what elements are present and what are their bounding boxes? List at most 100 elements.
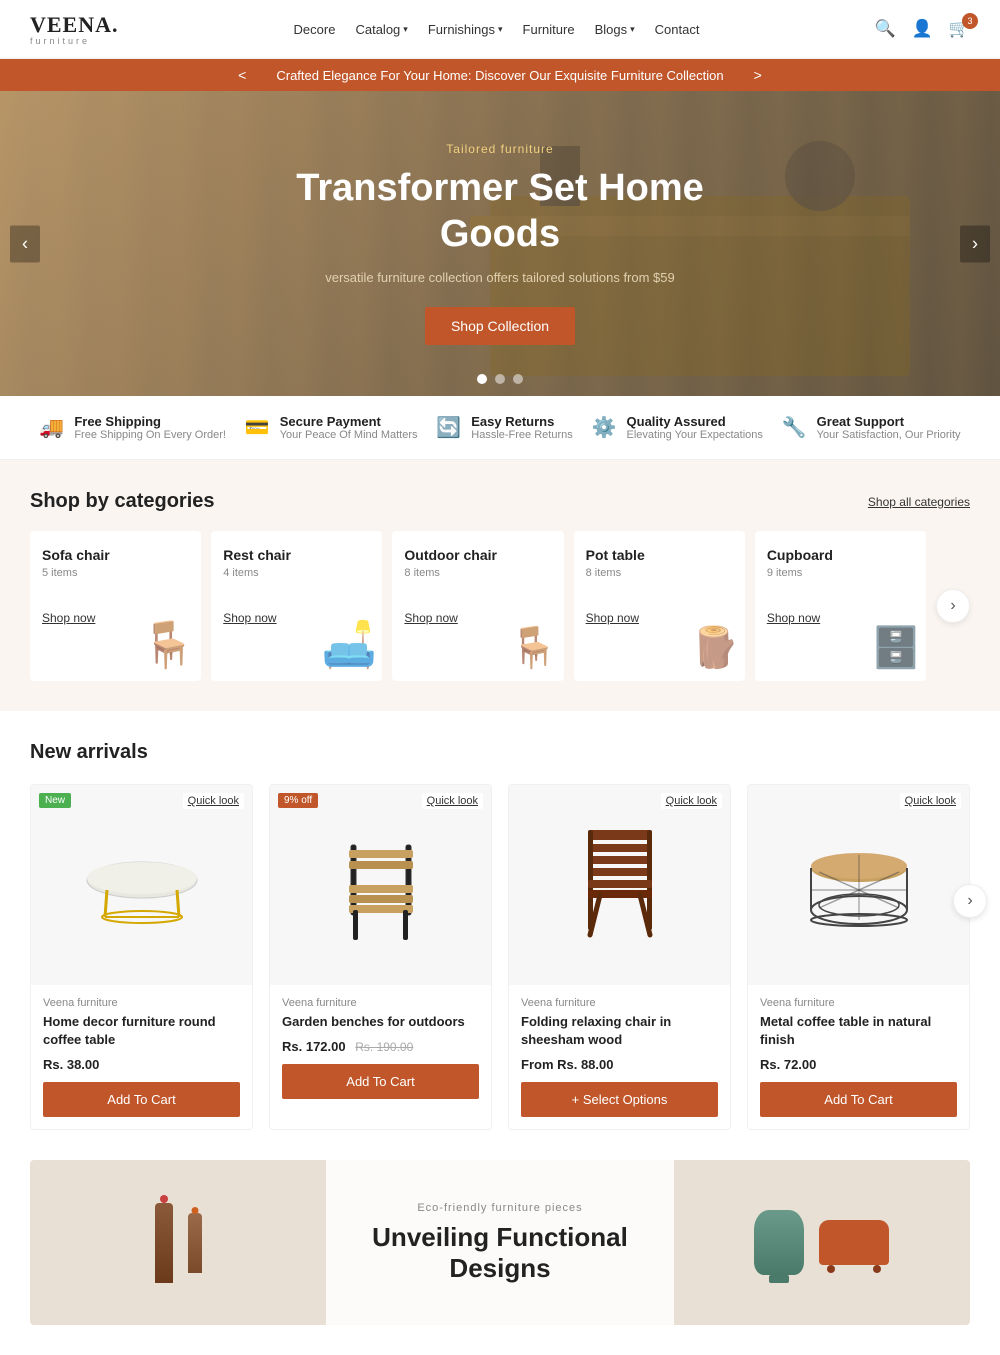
metal-table-svg bbox=[794, 830, 924, 940]
product-4-name: Metal coffee table in natural finish bbox=[760, 1013, 957, 1049]
cat-rest-shop[interactable]: Shop now bbox=[223, 611, 276, 625]
catalog-dropdown-icon: ▾ bbox=[403, 24, 408, 35]
feature-payment: 💳 Secure Payment Your Peace Of Mind Matt… bbox=[245, 414, 418, 441]
category-card-outdoor[interactable]: Outdoor chair 8 items Shop now 🪑 bbox=[392, 531, 563, 681]
product-1-brand: Veena furniture bbox=[43, 997, 240, 1009]
nav-item-furniture[interactable]: Furniture bbox=[523, 22, 575, 37]
garden-bench-svg bbox=[331, 825, 431, 945]
hero-subtitle: Tailored furniture bbox=[290, 142, 710, 156]
shop-all-categories-link[interactable]: Shop all categories bbox=[868, 495, 970, 509]
product-4-quicklook[interactable]: Quick look bbox=[900, 793, 961, 809]
product-2-quicklook[interactable]: Quick look bbox=[422, 793, 483, 809]
product-3-select-button[interactable]: + Select Options bbox=[521, 1082, 718, 1117]
hero-shop-button[interactable]: Shop Collection bbox=[425, 307, 575, 345]
products-wrapper: New Quick look Veena furniture Home deco… bbox=[30, 784, 970, 1130]
products-next-button[interactable]: › bbox=[953, 884, 987, 918]
quality-icon: ⚙️ bbox=[592, 415, 617, 440]
hero-content: Tailored furniture Transformer Set Home … bbox=[290, 142, 710, 344]
cat-cupboard-count: 9 items bbox=[767, 567, 914, 579]
category-card-cupboard[interactable]: Cupboard 9 items Shop now 🗄️ bbox=[755, 531, 926, 681]
blogs-dropdown-icon: ▾ bbox=[630, 24, 635, 35]
hero-dot-2[interactable] bbox=[495, 374, 505, 384]
new-arrivals-title: New arrivals bbox=[30, 741, 970, 764]
feature-quality-desc: Elevating Your Expectations bbox=[627, 429, 763, 441]
nav-item-furnishings[interactable]: Furnishings ▾ bbox=[428, 22, 503, 37]
product-2-price-old: Rs. 190.00 bbox=[355, 1040, 413, 1054]
announce-next-button[interactable]: > bbox=[754, 67, 762, 83]
product-1-add-button[interactable]: Add To Cart bbox=[43, 1082, 240, 1117]
features-bar: 🚚 Free Shipping Free Shipping On Every O… bbox=[0, 396, 1000, 460]
logo-name: VEENA. bbox=[30, 12, 119, 38]
feature-support-desc: Your Satisfaction, Our Priority bbox=[817, 429, 961, 441]
returns-icon: 🔄 bbox=[436, 415, 461, 440]
header: VEENA. furniture Decore Catalog ▾ Furnis… bbox=[0, 0, 1000, 59]
feature-returns: 🔄 Easy Returns Hassle-Free Returns bbox=[436, 414, 572, 441]
feature-payment-title: Secure Payment bbox=[280, 414, 418, 429]
bottom-banner: Eco-friendly furniture pieces Unveiling … bbox=[30, 1160, 970, 1325]
category-card-pot[interactable]: Pot table 8 items Shop now 🪵 bbox=[574, 531, 745, 681]
feature-returns-title: Easy Returns bbox=[471, 414, 572, 429]
cat-outdoor-shop[interactable]: Shop now bbox=[404, 611, 457, 625]
announce-text: Crafted Elegance For Your Home: Discover… bbox=[276, 68, 723, 83]
feature-shipping: 🚚 Free Shipping Free Shipping On Every O… bbox=[39, 414, 226, 441]
categories-next-button[interactable]: › bbox=[936, 589, 970, 623]
product-card-4: Quick look bbox=[747, 784, 970, 1130]
nav-item-decore[interactable]: Decore bbox=[294, 22, 336, 37]
feature-support-title: Great Support bbox=[817, 414, 961, 429]
hero-section: Tailored furniture Transformer Set Home … bbox=[0, 91, 1000, 396]
product-1-price: Rs. 38.00 bbox=[43, 1057, 240, 1072]
new-arrivals-header: New arrivals bbox=[30, 741, 970, 764]
announce-prev-button[interactable]: < bbox=[238, 67, 246, 83]
support-icon: 🔧 bbox=[782, 415, 807, 440]
cat-rest-name: Rest chair bbox=[223, 547, 370, 563]
rest-illustration: 🛋️ bbox=[321, 618, 377, 671]
cat-sofa-count: 5 items bbox=[42, 567, 189, 579]
category-card-sofa[interactable]: Sofa chair 5 items Shop now 🪑 bbox=[30, 531, 201, 681]
feature-payment-desc: Your Peace Of Mind Matters bbox=[280, 429, 418, 441]
banner-center: Eco-friendly furniture pieces Unveiling … bbox=[326, 1160, 674, 1325]
search-icon[interactable]: 🔍 bbox=[874, 19, 895, 39]
product-2-img-wrap: 9% off Quick look bbox=[270, 785, 491, 985]
banner-left-decor bbox=[30, 1160, 326, 1325]
cat-rest-count: 4 items bbox=[223, 567, 370, 579]
cart-icon[interactable]: 🛒 3 bbox=[949, 19, 970, 39]
cat-pot-count: 8 items bbox=[586, 567, 733, 579]
product-2-brand: Veena furniture bbox=[282, 997, 479, 1009]
feature-shipping-title: Free Shipping bbox=[74, 414, 226, 429]
product-3-quicklook[interactable]: Quick look bbox=[661, 793, 722, 809]
hero-next-button[interactable]: › bbox=[960, 225, 990, 262]
product-1-quicklook[interactable]: Quick look bbox=[183, 793, 244, 809]
product-4-img-wrap: Quick look bbox=[748, 785, 969, 985]
payment-icon: 💳 bbox=[245, 415, 270, 440]
product-2-price-current: Rs. 172.00 bbox=[282, 1039, 346, 1054]
feature-quality-title: Quality Assured bbox=[627, 414, 763, 429]
product-3-img-wrap: Quick look bbox=[509, 785, 730, 985]
categories-next-icon: › bbox=[950, 597, 955, 615]
nav-item-catalog[interactable]: Catalog ▾ bbox=[355, 22, 407, 37]
cat-outdoor-count: 8 items bbox=[404, 567, 551, 579]
folding-chair-svg bbox=[570, 820, 670, 950]
category-card-rest[interactable]: Rest chair 4 items Shop now 🛋️ bbox=[211, 531, 382, 681]
cat-pot-shop[interactable]: Shop now bbox=[586, 611, 639, 625]
product-4-add-button[interactable]: Add To Cart bbox=[760, 1082, 957, 1117]
announce-bar: < Crafted Elegance For Your Home: Discov… bbox=[0, 59, 1000, 91]
product-2-add-button[interactable]: Add To Cart bbox=[282, 1064, 479, 1099]
account-icon[interactable]: 👤 bbox=[912, 19, 933, 39]
cat-cupboard-shop[interactable]: Shop now bbox=[767, 611, 820, 625]
product-3-price: From Rs. 88.00 bbox=[521, 1057, 718, 1072]
product-3-info: Veena furniture Folding relaxing chair i… bbox=[509, 985, 730, 1129]
cat-sofa-shop[interactable]: Shop now bbox=[42, 611, 95, 625]
outdoor-illustration: 🪑 bbox=[509, 624, 559, 671]
product-card-2: 9% off Quick look bbox=[269, 784, 492, 1130]
nav-item-blogs[interactable]: Blogs ▾ bbox=[595, 22, 635, 37]
hero-dots bbox=[477, 374, 523, 384]
nav-item-contact[interactable]: Contact bbox=[655, 22, 700, 37]
product-3-name: Folding relaxing chair in sheesham wood bbox=[521, 1013, 718, 1049]
hero-prev-button[interactable]: ‹ bbox=[10, 225, 40, 262]
hero-dot-1[interactable] bbox=[477, 374, 487, 384]
hero-dot-3[interactable] bbox=[513, 374, 523, 384]
logo[interactable]: VEENA. furniture bbox=[30, 12, 119, 46]
products-next-icon: › bbox=[967, 892, 972, 910]
sofa-illustration: 🪑 bbox=[140, 618, 196, 671]
product-2-info: Veena furniture Garden benches for outdo… bbox=[270, 985, 491, 1111]
